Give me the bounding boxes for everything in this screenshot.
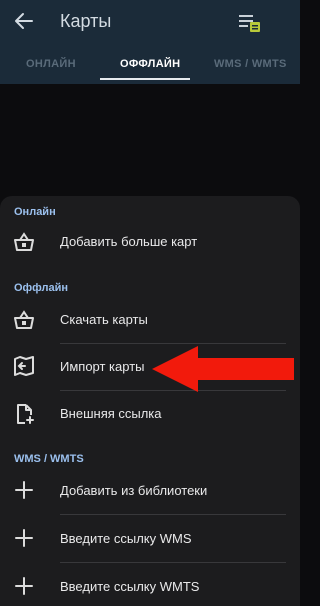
active-tab-indicator xyxy=(100,78,190,80)
file-add-icon xyxy=(17,404,34,424)
layers-list-icon[interactable] xyxy=(238,12,262,34)
section-header-offline: Оффлайн xyxy=(14,282,69,294)
tab-offline[interactable]: ОФФЛАЙН xyxy=(120,58,180,70)
menu-item-import-map[interactable]: Импорт карты xyxy=(60,359,145,374)
arrow-left-icon[interactable] xyxy=(12,9,36,33)
menu-item-add-more-maps[interactable]: Добавить больше карт xyxy=(60,234,197,249)
menu-item-enter-wms-link[interactable]: Введите ссылку WMS xyxy=(60,531,192,546)
plus-icon xyxy=(15,481,33,499)
menu-item-external-link[interactable]: Внешняя ссылка xyxy=(60,406,162,421)
shop-basket-icon xyxy=(14,310,34,329)
map-import-icon xyxy=(14,356,34,376)
menu-item-add-from-library[interactable]: Добавить из библиотеки xyxy=(60,483,207,498)
plus-icon xyxy=(15,577,33,595)
highlight-arrow-icon xyxy=(152,346,294,392)
add-map-bottom-sheet: Онлайн Добавить больше карт Оффлайн Скач… xyxy=(0,196,300,606)
section-header-wms-wmts: WMS / WMTS xyxy=(14,453,84,465)
tab-online[interactable]: ОНЛАЙН xyxy=(26,58,76,70)
app-bar: Карты xyxy=(0,0,300,44)
section-header-online: Онлайн xyxy=(14,206,56,218)
divider xyxy=(60,514,286,515)
divider xyxy=(60,562,286,563)
menu-item-enter-wmts-link[interactable]: Введите ссылку WMTS xyxy=(60,579,199,594)
menu-item-download-maps[interactable]: Скачать карты xyxy=(60,312,148,327)
plus-icon xyxy=(15,529,33,547)
shop-basket-icon xyxy=(14,232,34,251)
tab-wms-wmts[interactable]: WMS / WMTS xyxy=(214,58,287,70)
page-title: Карты xyxy=(60,11,112,31)
